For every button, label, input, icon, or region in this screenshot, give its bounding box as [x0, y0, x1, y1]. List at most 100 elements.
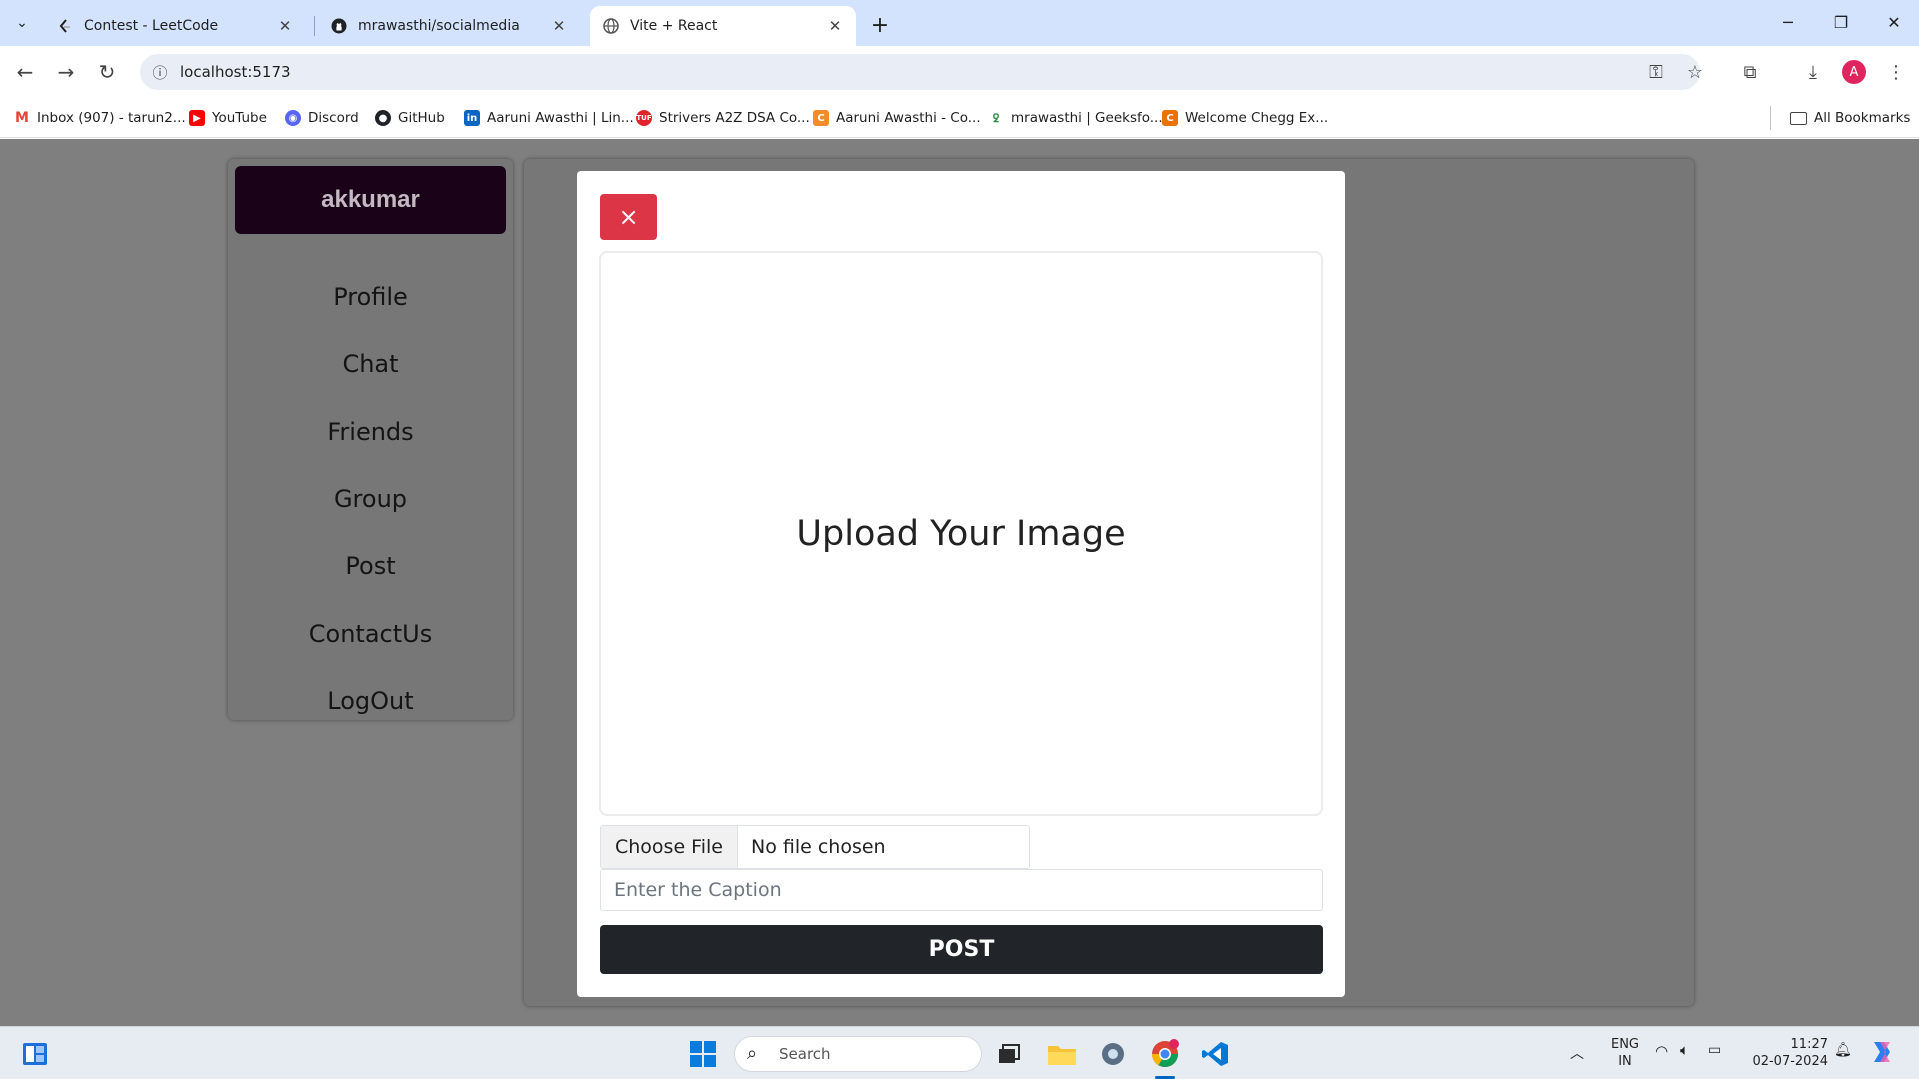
youtube-icon: ▶	[189, 110, 205, 126]
tab-leetcode[interactable]: Contest - LeetCode ✕	[44, 6, 306, 46]
clock-date: 02-07-2024	[1752, 1054, 1828, 1069]
new-tab-button[interactable]: +	[866, 11, 894, 39]
github-icon: ●	[375, 110, 391, 126]
nav-contactus[interactable]: ContactUs	[228, 620, 513, 648]
forward-icon[interactable]: →	[50, 56, 82, 88]
username-banner: akkumar	[235, 166, 506, 234]
bookmark-label: YouTube	[212, 110, 267, 126]
bookmark-star-icon[interactable]: ☆	[1679, 56, 1711, 88]
restore-icon[interactable]: ❐	[1818, 0, 1864, 44]
bookmark-geeksforgeeks[interactable]: ꝿ mrawasthi | Geeksfo...	[988, 108, 1163, 128]
tab-vite-react[interactable]: Vite + React ✕	[590, 6, 856, 46]
choose-file-button[interactable]: Choose File	[601, 826, 738, 868]
chegg-icon: C	[1162, 110, 1178, 126]
leetcode-icon	[56, 17, 74, 35]
tab-github[interactable]: mrawasthi/socialmedia ✕	[318, 6, 580, 46]
password-key-icon[interactable]: ⚿	[1640, 56, 1672, 88]
taskbar-search[interactable]: ⌕ Search	[734, 1036, 982, 1072]
tab-close-icon[interactable]: ✕	[826, 17, 844, 35]
codechef-icon: C	[813, 110, 829, 126]
tab-strip: ⌄ Contest - LeetCode ✕ mrawasthi/socialm…	[0, 0, 1919, 46]
search-icon: ⌕	[747, 1043, 758, 1064]
tab-title: Vite + React	[630, 18, 718, 34]
menu-icon[interactable]: ⋮	[1880, 56, 1912, 88]
bookmark-discord[interactable]: ◉ Discord	[285, 108, 359, 128]
tab-search-button[interactable]: ⌄	[10, 11, 34, 35]
clock-time: 11:27	[1790, 1037, 1828, 1052]
tab-title: mrawasthi/socialmedia	[358, 18, 520, 34]
reload-icon[interactable]: ↻	[91, 56, 123, 88]
nav-group[interactable]: Group	[228, 485, 513, 513]
linkedin-icon: in	[464, 110, 480, 126]
clock[interactable]: 11:27 02-07-2024	[1748, 1036, 1828, 1070]
bookmark-youtube[interactable]: ▶ YouTube	[189, 108, 267, 128]
github-icon	[330, 17, 348, 35]
file-explorer-icon[interactable]	[1045, 1037, 1079, 1071]
discord-icon: ◉	[285, 110, 301, 126]
tab-close-icon[interactable]: ✕	[276, 17, 294, 35]
bookmark-label: Inbox (907) - tarun2...	[37, 110, 186, 126]
search-placeholder: Search	[779, 1045, 831, 1063]
windows-start-icon[interactable]	[686, 1037, 720, 1071]
minimize-icon[interactable]: ─	[1765, 0, 1811, 44]
image-preview-area: Upload Your Image	[599, 251, 1323, 816]
notification-bell-icon[interactable]: 🔔︎	[1834, 1042, 1852, 1058]
site-info-icon[interactable]: ⓘ	[150, 62, 170, 82]
bookmark-label: GitHub	[398, 110, 445, 126]
language-indicator[interactable]: ENG IN	[1608, 1036, 1642, 1070]
nav-friends[interactable]: Friends	[228, 418, 513, 446]
region-code: IN	[1618, 1054, 1632, 1069]
all-bookmarks-button[interactable]: All Bookmarks	[1790, 108, 1910, 128]
takeuforward-icon: TUF	[636, 110, 652, 126]
address-bar[interactable]: ⓘ localhost:5173	[140, 54, 1700, 90]
file-status: No file chosen	[750, 836, 886, 858]
show-hidden-icons-icon[interactable]: ︿	[1570, 1043, 1584, 1063]
bookmark-label: Welcome Chegg Ex...	[1185, 110, 1329, 126]
tab-separator	[314, 16, 315, 36]
bookmark-label: Discord	[308, 110, 359, 126]
window-close-icon[interactable]: ✕	[1871, 0, 1917, 44]
globe-icon	[602, 17, 620, 35]
nav-profile[interactable]: Profile	[228, 283, 513, 311]
tab-title: Contest - LeetCode	[84, 18, 219, 34]
folder-icon	[1790, 111, 1807, 125]
geeksforgeeks-icon: ꝿ	[988, 110, 1004, 126]
bookmark-codechef[interactable]: C Aaruni Awasthi - Co...	[813, 108, 981, 128]
copilot-icon[interactable]	[1868, 1038, 1896, 1070]
volume-icon[interactable]: 🔈︎	[1680, 1041, 1689, 1059]
bookmark-label: All Bookmarks	[1814, 110, 1911, 126]
address-text: localhost:5173	[180, 63, 291, 81]
bookmark-linkedin[interactable]: in Aaruni Awasthi | Lin...	[464, 108, 634, 128]
page-overlay: akkumar Profile Chat Friends Group Post …	[0, 139, 1919, 1026]
caption-input[interactable]	[600, 869, 1323, 911]
language-code: ENG	[1610, 1037, 1639, 1052]
file-input[interactable]: Choose File No file chosen	[600, 825, 1030, 869]
download-icon[interactable]: ⤓	[1797, 56, 1829, 88]
battery-icon[interactable]: ▭	[1708, 1042, 1721, 1058]
bookmark-strivers[interactable]: TUF Strivers A2Z DSA Co...	[636, 108, 810, 128]
bookmark-github[interactable]: ● GitHub	[375, 108, 445, 128]
bookmark-label: Aaruni Awasthi | Lin...	[487, 110, 634, 126]
back-icon[interactable]: ←	[9, 56, 41, 88]
close-modal-button[interactable]: ×	[600, 194, 657, 240]
upload-prompt: Upload Your Image	[796, 513, 1126, 554]
bookmarks-divider	[1770, 106, 1771, 130]
settings-gear-icon[interactable]	[1096, 1037, 1130, 1071]
vscode-icon[interactable]	[1198, 1037, 1232, 1071]
nav-logout[interactable]: LogOut	[228, 687, 513, 715]
bookmark-chegg[interactable]: C Welcome Chegg Ex...	[1162, 108, 1328, 128]
widgets-icon[interactable]	[18, 1037, 52, 1071]
nav-chat[interactable]: Chat	[228, 350, 513, 378]
bookmark-label: Aaruni Awasthi - Co...	[836, 110, 981, 126]
task-view-icon[interactable]	[992, 1037, 1026, 1071]
extensions-icon[interactable]: ⧉	[1734, 56, 1766, 88]
wifi-icon[interactable]: ◠	[1655, 1042, 1668, 1060]
bookmark-label: Strivers A2Z DSA Co...	[659, 110, 810, 126]
profile-avatar[interactable]: A	[1842, 60, 1866, 84]
chrome-icon[interactable]	[1148, 1037, 1182, 1071]
windows-taskbar: ⌕ Search ︿ ENG IN ◠ 🔈︎ ▭ 11:27 02-07-202…	[0, 1026, 1919, 1079]
nav-post[interactable]: Post	[228, 552, 513, 580]
bookmark-gmail[interactable]: M Inbox (907) - tarun2...	[14, 108, 186, 128]
tab-close-icon[interactable]: ✕	[550, 17, 568, 35]
post-button[interactable]: POST	[600, 925, 1323, 974]
